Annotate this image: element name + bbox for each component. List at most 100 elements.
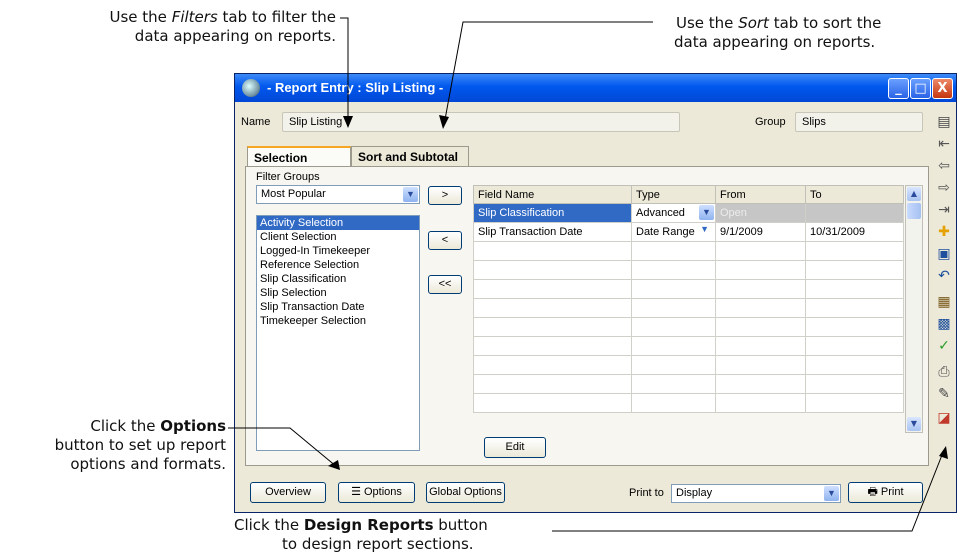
print-button[interactable]: 🖶 Print	[848, 482, 923, 503]
scroll-up-icon[interactable]: ▲	[907, 187, 921, 201]
callout-text: button to set up report	[54, 436, 226, 454]
chevron-down-icon[interactable]: ▼	[700, 224, 709, 234]
app-globe-icon	[242, 79, 260, 97]
cell-field-name[interactable]: Slip Transaction Date	[473, 222, 632, 242]
callout-text: data appearing on reports.	[134, 27, 336, 45]
minimize-button[interactable]: _	[888, 78, 909, 99]
record-toolbar: ▤ ⇤ ⇦ ⇨ ⇥ ✚ ▣ ↶ ▦ ▩ ✓ ⎙ ✎ ◪	[933, 110, 955, 470]
column-header-field-name[interactable]: Field Name	[473, 185, 632, 204]
list-item[interactable]: Timekeeper Selection	[257, 314, 419, 328]
title-bar[interactable]: - Report Entry : Slip Listing - _ □ X	[235, 74, 956, 102]
filter-groups-label: Filter Groups	[256, 171, 320, 183]
callout-text: tab to sort the	[768, 14, 882, 32]
options-button-label: Options	[364, 486, 402, 498]
chevron-down-icon[interactable]: ▼	[824, 486, 839, 501]
print-to-select[interactable]: Display ▼	[671, 484, 841, 503]
next-record-icon[interactable]: ⇨	[933, 178, 955, 198]
table-row[interactable]: Slip Classification Advanced ▼ Open	[473, 203, 904, 223]
cell-from[interactable]: 9/1/2009	[715, 222, 806, 242]
printer-icon: 🖶	[867, 486, 881, 498]
tab-sort-and-subtotal[interactable]: Sort and Subtotal	[351, 146, 469, 166]
callout-text: Click the	[234, 516, 304, 534]
column-header-from[interactable]: From	[715, 185, 806, 204]
group-field[interactable]: Slips	[795, 112, 923, 132]
report-list-icon[interactable]: ▤	[933, 112, 955, 132]
filter-list[interactable]: Activity Selection Client Selection Logg…	[256, 215, 420, 451]
spell-icon[interactable]: ✓	[933, 336, 955, 356]
table-row	[473, 241, 904, 261]
cell-type[interactable]: Date Range ▼	[631, 222, 716, 242]
cell-to[interactable]: 10/31/2009	[805, 222, 904, 242]
callout-text: Use the	[676, 14, 739, 32]
close-button[interactable]: X	[932, 78, 953, 99]
callout-design: Click the Design Reports button to desig…	[228, 516, 548, 554]
save-as-icon[interactable]: ▩	[933, 314, 955, 334]
column-header-type[interactable]: Type	[631, 185, 716, 204]
scroll-thumb[interactable]	[907, 203, 921, 219]
table-row	[473, 336, 904, 356]
selection-filters-panel: Filter Groups Most Popular ▼ Activity Se…	[245, 166, 929, 466]
new-record-icon[interactable]: ✚	[933, 222, 955, 242]
column-header-to[interactable]: To	[805, 185, 904, 204]
remove-filter-button[interactable]: <	[428, 231, 462, 250]
print-to-value: Display	[676, 487, 713, 499]
list-item[interactable]: Slip Selection	[257, 286, 419, 300]
list-item[interactable]: Client Selection	[257, 230, 419, 244]
table-row[interactable]: Slip Transaction Date Date Range ▼ 9/1/2…	[473, 222, 904, 242]
list-item[interactable]: Reference Selection	[257, 258, 419, 272]
grid-scrollbar[interactable]: ▲ ▼	[905, 185, 923, 433]
undo-icon[interactable]: ↶	[933, 266, 955, 286]
previous-record-icon[interactable]: ⇦	[933, 156, 955, 176]
callout-text: Use the	[109, 8, 172, 26]
print-to-label: Print to	[629, 487, 664, 499]
options-button[interactable]: ☰ Options	[338, 482, 415, 503]
chevron-down-icon[interactable]: ▼	[699, 205, 714, 220]
group-label: Group	[755, 116, 786, 128]
report-entry-window: - Report Entry : Slip Listing - _ □ X Na…	[234, 73, 957, 513]
scroll-down-icon[interactable]: ▼	[907, 417, 921, 431]
list-item[interactable]: Slip Transaction Date	[257, 300, 419, 314]
list-item[interactable]: Logged-In Timekeeper	[257, 244, 419, 258]
printer-icon[interactable]: ⎙	[933, 362, 955, 382]
remove-all-filters-button[interactable]: <<	[428, 275, 462, 294]
name-field[interactable]: Slip Listing	[282, 112, 680, 132]
cell-to[interactable]	[805, 203, 904, 223]
callout-text: to design report sections.	[282, 535, 474, 553]
last-record-icon[interactable]: ⇥	[933, 200, 955, 220]
list-item[interactable]: Activity Selection	[257, 216, 419, 230]
cell-type-value: Date Range	[636, 226, 695, 238]
options-list-icon: ☰	[351, 486, 364, 498]
callout-text: tab to filter the	[217, 8, 336, 26]
cell-type[interactable]: Advanced ▼	[631, 203, 716, 223]
callout-bold: Design Reports	[303, 516, 434, 534]
print-button-label: Print	[880, 486, 904, 498]
filter-groups-select[interactable]: Most Popular ▼	[256, 185, 420, 204]
filter-groups-value: Most Popular	[261, 188, 326, 200]
callout-bold: Options	[160, 417, 226, 435]
design-tools-icon[interactable]: ✎	[933, 384, 955, 404]
window-title: - Report Entry : Slip Listing -	[267, 80, 444, 95]
cell-field-name[interactable]: Slip Classification	[473, 203, 632, 223]
callout-text: button	[433, 516, 488, 534]
table-row	[473, 260, 904, 280]
callout-sort: Use the Sort tab to sort the data appear…	[648, 14, 938, 52]
table-row	[473, 279, 904, 299]
save-icon[interactable]: ▣	[933, 244, 955, 264]
tab-selection-filters[interactable]: Selection Filters	[247, 146, 351, 179]
design-reports-icon[interactable]: ◪	[933, 408, 955, 428]
callout-options: Click the Options button to set up repor…	[0, 417, 226, 474]
overview-button[interactable]: Overview	[250, 482, 326, 503]
cell-from[interactable]: Open	[715, 203, 806, 223]
maximize-button[interactable]: □	[910, 78, 931, 99]
callout-emphasis: Filters	[171, 8, 218, 26]
add-filter-button[interactable]: >	[428, 186, 462, 205]
list-item[interactable]: Slip Classification	[257, 272, 419, 286]
filter-grid[interactable]: Field Name Type From To Slip Classificat…	[473, 185, 904, 413]
name-label: Name	[241, 116, 271, 128]
chevron-down-icon[interactable]: ▼	[403, 187, 418, 202]
edit-button[interactable]: Edit	[484, 437, 546, 458]
first-record-icon[interactable]: ⇤	[933, 134, 955, 154]
report-info-icon[interactable]: ▦	[933, 292, 955, 312]
global-options-button[interactable]: Global Options	[426, 482, 505, 503]
table-row	[473, 393, 904, 413]
